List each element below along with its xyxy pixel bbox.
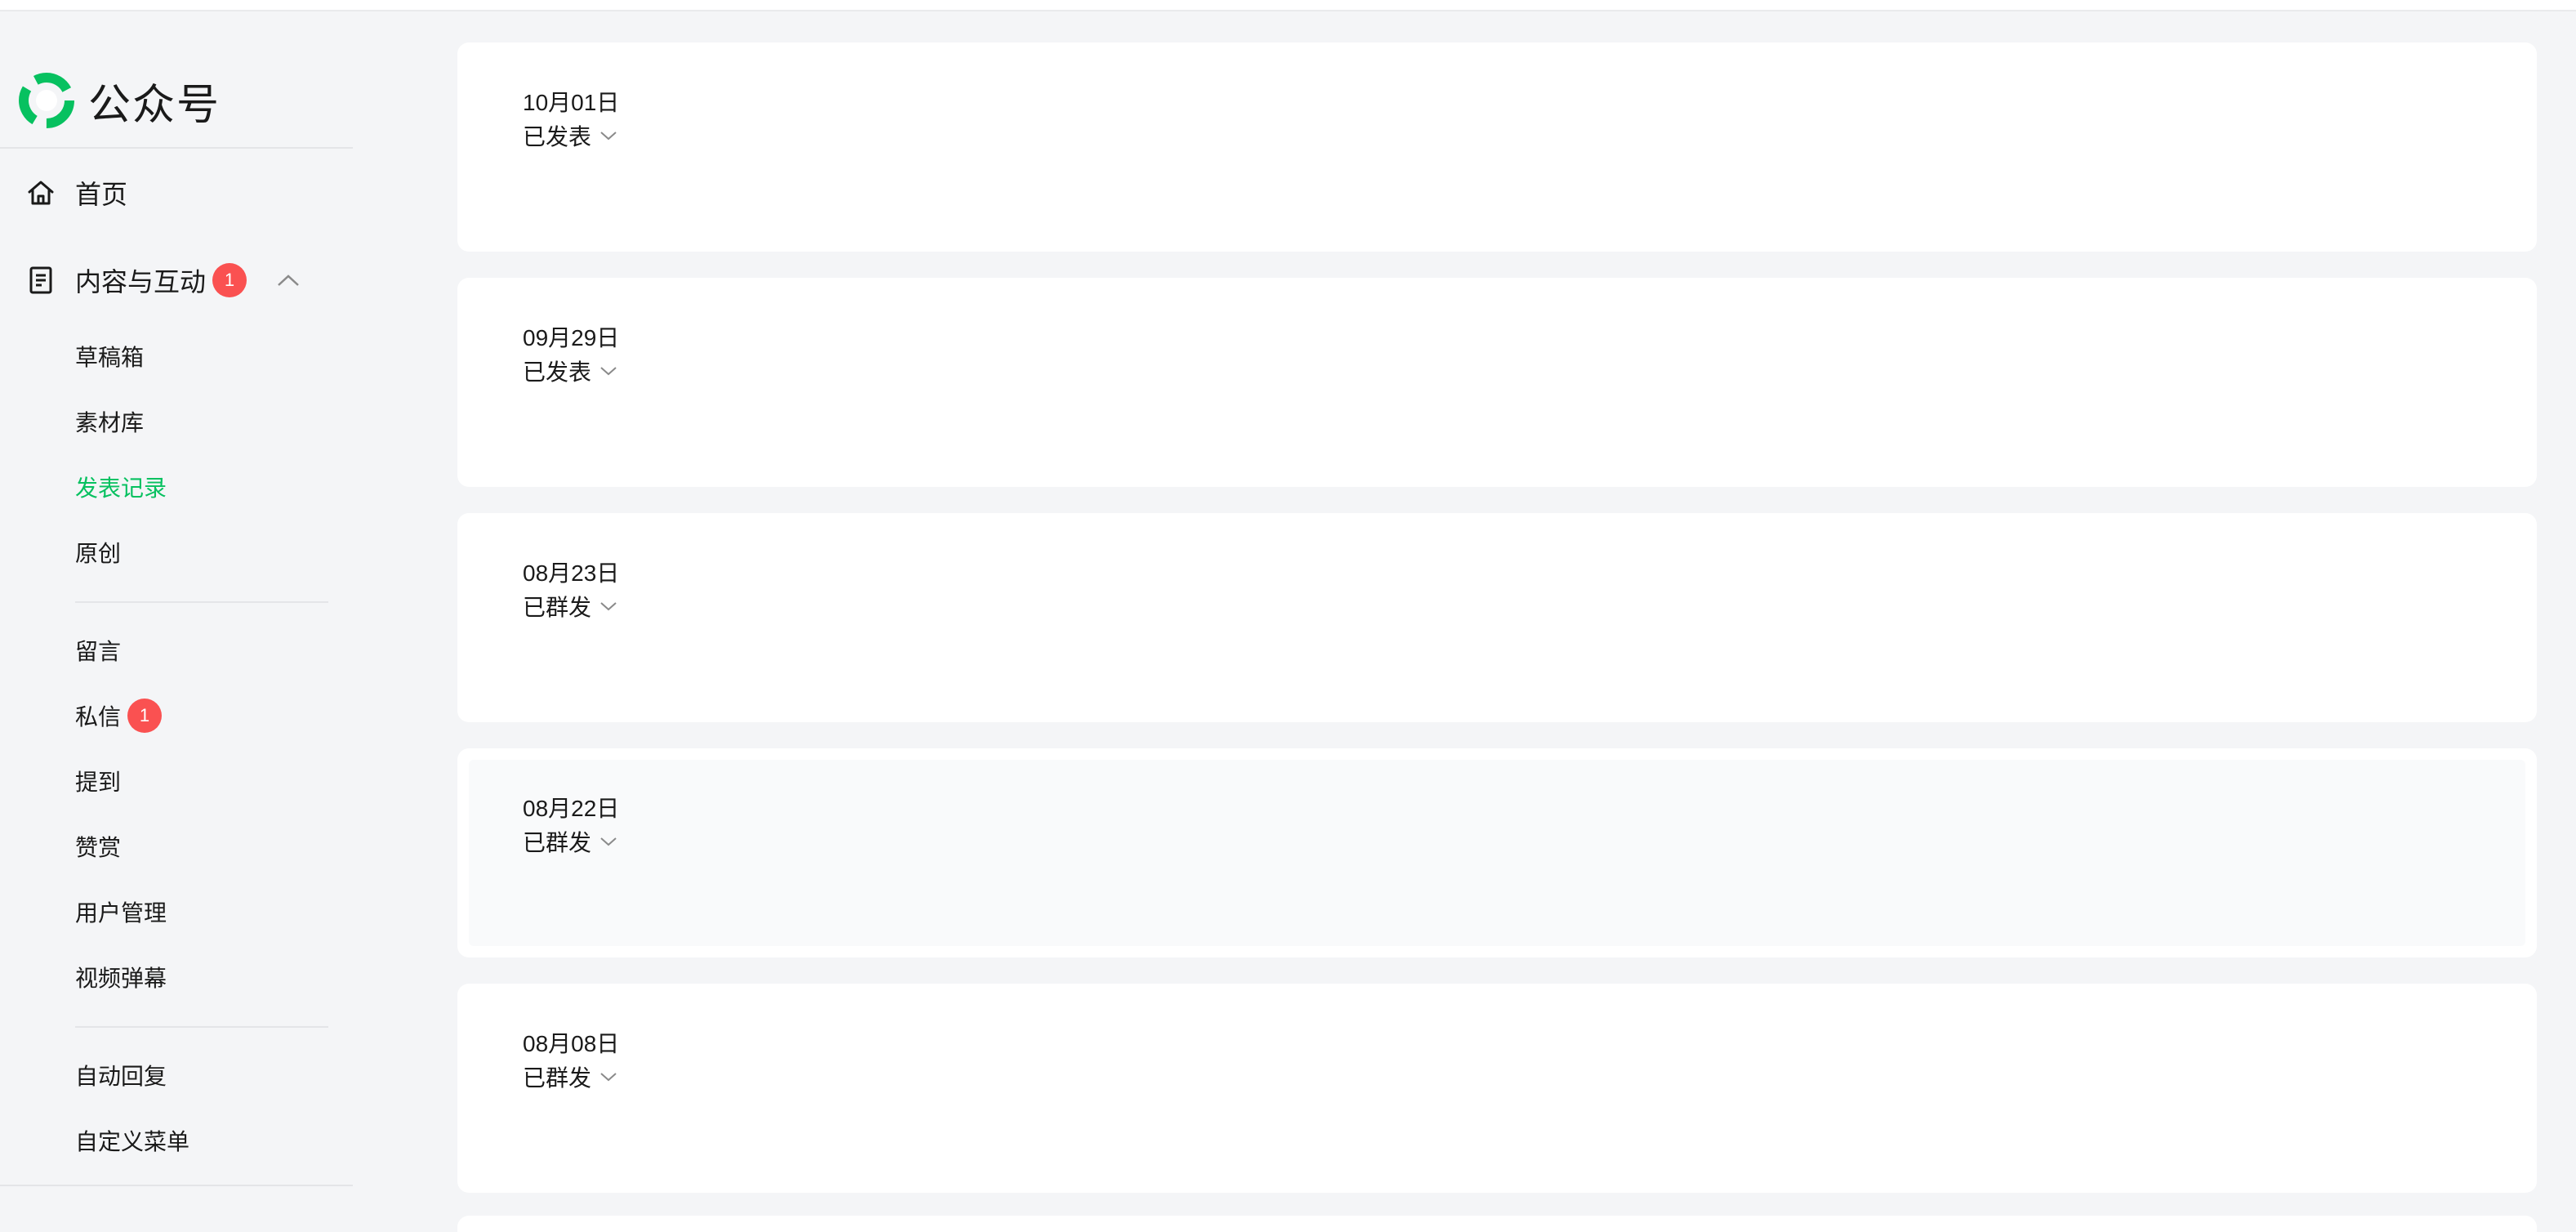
record-status-dropdown[interactable]: 已群发: [523, 825, 617, 858]
record-status-label: 已群发: [523, 830, 592, 855]
sidebar-item-auto-reply-label: 自动回复: [75, 1064, 167, 1089]
record-card[interactable]: 09月29日 已发表: [457, 278, 2537, 487]
chevron-down-icon: [600, 1073, 617, 1082]
content-notification-badge: 1: [212, 263, 247, 297]
messages-notification-badge: 1: [127, 699, 163, 733]
record-date: 08月22日: [523, 796, 620, 821]
sidebar-item-custom-menu[interactable]: 自定义菜单: [75, 1116, 189, 1165]
record-card[interactable]: 08月22日 已群发: [457, 748, 2537, 957]
record-card[interactable]: 08月23日 已群发: [457, 513, 2537, 722]
sidebar-item-home-label: 首页: [75, 180, 128, 209]
record-card-next[interactable]: [457, 1216, 2537, 1232]
home-icon: [28, 181, 54, 205]
sidebar-item-video-danmaku[interactable]: 视频弹幕: [75, 953, 167, 1002]
sidebar-item-original[interactable]: 原创: [75, 528, 121, 577]
record-status-label: 已发表: [523, 124, 592, 150]
record-card-hover-area: [469, 760, 2525, 946]
sidebar-item-messages-label: 私信: [75, 704, 122, 730]
brand-name: 公众号: [88, 81, 221, 129]
record-card[interactable]: 08月08日 已群发: [457, 984, 2537, 1193]
sidebar-item-comments-label: 留言: [75, 639, 122, 664]
sidebar-item-publish-records[interactable]: 发表记录: [75, 462, 167, 511]
chevron-down-icon: [600, 367, 617, 376]
record-date: 09月29日: [523, 325, 620, 350]
sidebar-subdivider: [75, 601, 328, 603]
record-date: 10月01日: [523, 90, 620, 115]
sidebar-item-material-library[interactable]: 素材库: [75, 397, 144, 446]
record-status-dropdown[interactable]: 已群发: [523, 1060, 617, 1093]
sidebar-item-content-interaction[interactable]: 内容与互动 1: [25, 248, 301, 313]
sidebar-item-drafts-label: 草稿箱: [75, 345, 145, 370]
sidebar-item-mentions[interactable]: 提到: [75, 757, 121, 806]
chevron-down-icon: [600, 132, 617, 141]
sidebar-item-publish-records-label: 发表记录: [75, 475, 167, 501]
publish-records-list: 10月01日 已发表 09月29日 已发表 08月23日 已群发 08月22日 …: [457, 0, 2538, 1232]
sidebar-item-user-management[interactable]: 用户管理: [75, 887, 167, 936]
sidebar-subdivider: [75, 1026, 328, 1028]
sidebar-item-user-management-label: 用户管理: [75, 900, 167, 926]
sidebar-item-rewards-label: 赞赏: [75, 835, 122, 860]
sidebar-item-rewards[interactable]: 赞赏: [75, 822, 121, 871]
sidebar-item-original-label: 原创: [75, 541, 122, 566]
sidebar: 公众号 首页 内容与互动 1 草稿箱 素材库 发表记录 原创 留言 私信 1 提…: [0, 11, 359, 1222]
document-icon: [29, 266, 52, 294]
record-status-dropdown[interactable]: 已发表: [523, 355, 617, 387]
record-status-dropdown[interactable]: 已群发: [523, 590, 617, 623]
sidebar-item-material-library-label: 素材库: [75, 410, 145, 435]
brand[interactable]: 公众号: [18, 64, 221, 137]
record-card[interactable]: 10月01日 已发表: [457, 42, 2537, 252]
record-status-label: 已群发: [523, 1065, 592, 1091]
sidebar-item-custom-menu-label: 自定义菜单: [75, 1129, 190, 1154]
wechat-official-account-logo-icon: [19, 73, 74, 128]
sidebar-item-mentions-label: 提到: [75, 770, 122, 795]
chevron-down-icon: [600, 602, 617, 611]
chevron-up-icon[interactable]: [276, 273, 301, 288]
sidebar-divider: [0, 147, 353, 149]
record-status-label: 已发表: [523, 359, 592, 385]
sidebar-item-comments[interactable]: 留言: [75, 626, 121, 675]
sidebar-item-messages[interactable]: 私信 1: [75, 691, 163, 740]
sidebar-item-drafts[interactable]: 草稿箱: [75, 332, 144, 381]
sidebar-divider: [0, 1185, 353, 1186]
record-status-label: 已群发: [523, 595, 592, 620]
record-date: 08月23日: [523, 560, 620, 586]
record-status-dropdown[interactable]: 已发表: [523, 119, 617, 152]
sidebar-item-content-label: 内容与互动: [75, 267, 207, 297]
sidebar-item-home[interactable]: 首页: [25, 160, 127, 225]
sidebar-item-auto-reply[interactable]: 自动回复: [75, 1051, 167, 1100]
record-date: 08月08日: [523, 1031, 620, 1056]
sidebar-item-video-danmaku-label: 视频弹幕: [75, 966, 167, 991]
chevron-down-icon: [600, 837, 617, 846]
